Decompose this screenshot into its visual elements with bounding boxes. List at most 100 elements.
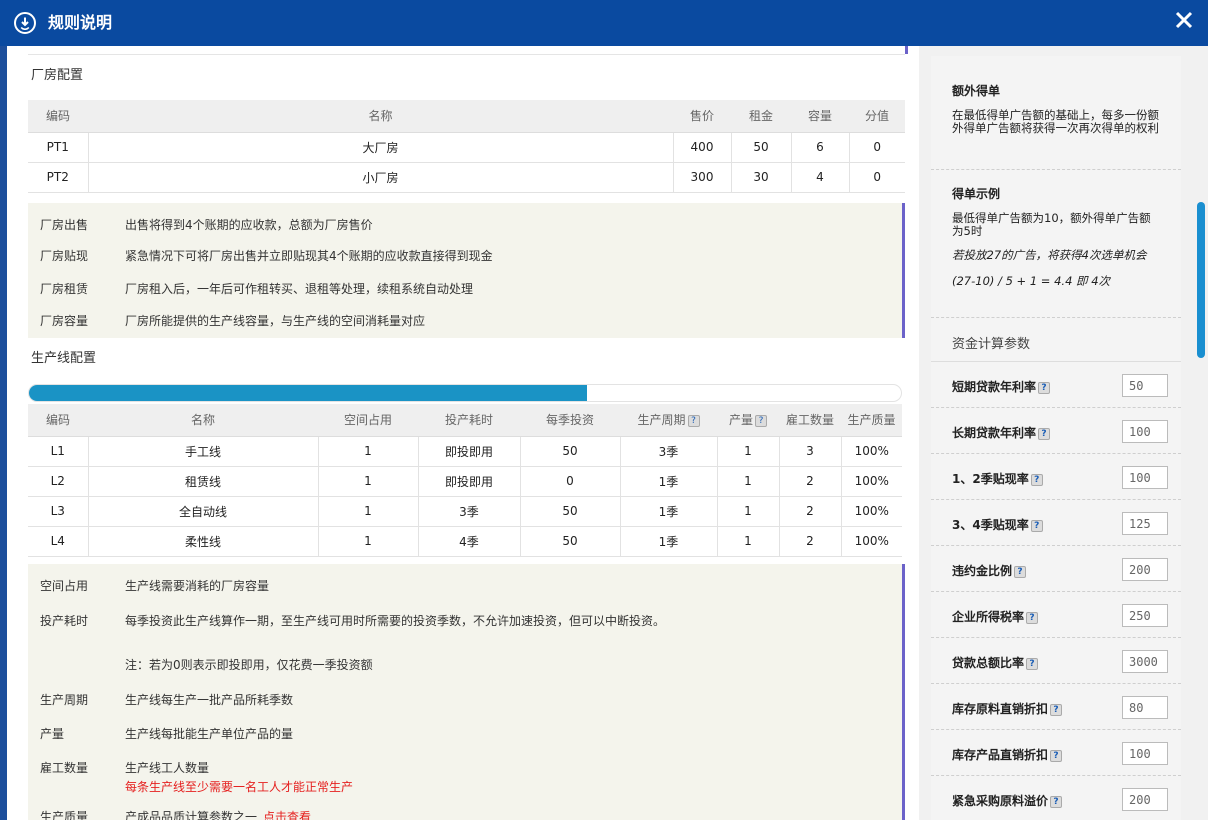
param-row: 企业所得税率?: [931, 592, 1181, 638]
note-key: 投产耗时: [40, 614, 89, 628]
note-key: 雇工数量: [40, 761, 89, 775]
quality-link[interactable]: 点击查看: [263, 810, 311, 820]
table-cell: 手工线: [87, 436, 318, 467]
help-icon[interactable]: ?: [1026, 657, 1039, 670]
column-header: 编码: [28, 404, 88, 437]
rules-content-panel[interactable]: 厂房配置 编码 名称 售价 租金 容量 分值 PT1 大厂房 400 50 6 0 PT2 小厂房 300 3…: [7, 46, 919, 820]
help-icon[interactable]: ?: [1014, 565, 1027, 578]
param-input[interactable]: [1122, 604, 1168, 627]
table-cell: 2: [778, 496, 841, 527]
table-cell: 即投即用: [417, 466, 520, 497]
param-label: 长期贷款年利率?: [952, 424, 1051, 441]
table-header: 编码 名称 空间占用 投产耗时 每季投资 生产周期? 产量? 雇工数量 生产质量: [28, 404, 902, 437]
accent-bar: [905, 46, 908, 54]
param-label: 贷款总额比率?: [952, 654, 1039, 671]
param-input[interactable]: [1122, 374, 1168, 397]
help-icon[interactable]: ?: [1030, 519, 1043, 532]
note-key: 生产周期: [40, 693, 89, 707]
note-value: 每季投资此生产线算作一期，至生产线可用时所需要的投资季数，不允许加速投资，但可以…: [125, 614, 666, 628]
table-cell: 100%: [840, 526, 902, 557]
column-header: 生产周期?: [620, 404, 717, 437]
table-cell: 30: [730, 162, 791, 193]
table-cell: 0: [848, 162, 905, 193]
table-row: L4 柔性线 1 4季 50 1季 1 2 100%: [28, 526, 902, 557]
table-cell: 3: [778, 436, 841, 467]
note-key: 厂房贴现: [40, 249, 89, 263]
help-icon[interactable]: ?: [1026, 611, 1039, 624]
column-header: 每季投资: [520, 404, 620, 437]
help-icon[interactable]: ?: [1038, 381, 1051, 394]
vertical-scrollbar[interactable]: [1197, 202, 1205, 358]
help-icon[interactable]: ?: [1050, 703, 1063, 716]
note-key: 厂房租赁: [40, 282, 89, 296]
column-label: 名称: [190, 413, 215, 428]
table-cell: 50: [519, 496, 620, 527]
table-cell: 柔性线: [87, 526, 318, 557]
table-cell: 6: [790, 132, 849, 163]
param-input[interactable]: [1122, 466, 1168, 489]
help-icon[interactable]: ?: [1030, 473, 1043, 486]
help-icon[interactable]: ?: [1050, 795, 1063, 808]
column-label: 生产质量: [847, 413, 896, 428]
line-notes: 空间占用 生产线需要消耗的厂房容量 投产耗时 每季投资此生产线算作一期，至生产线…: [28, 564, 905, 820]
param-input[interactable]: [1122, 420, 1168, 443]
settings-panel[interactable]: 额外得单 在最低得单广告额的基础上，每多一份额外得单广告额将获得一次再次得单的权…: [919, 46, 1208, 820]
table-cell: 租赁线: [87, 466, 318, 497]
column-header: 名称: [88, 100, 673, 133]
column-header: 租金: [731, 100, 791, 133]
column-label: 生产周期: [637, 413, 686, 428]
param-row: 紧急采购原料溢价?: [931, 776, 1181, 820]
factory-table: 编码 名称 售价 租金 容量 分值 PT1 大厂房 400 50 6 0 PT2 小厂房 300 30 4 0: [28, 100, 905, 193]
example-formula: (27-10) / 5 + 1 = 4.4 即 4次: [952, 274, 1111, 288]
table-cell: 1: [317, 436, 418, 467]
table-cell: 300: [672, 162, 731, 193]
param-input[interactable]: [1122, 742, 1168, 765]
table-cell: PT1: [28, 132, 88, 163]
table-row: PT1 大厂房 400 50 6 0: [28, 132, 905, 163]
column-header: 编码: [28, 100, 88, 133]
scrollbar-thumb[interactable]: [29, 385, 588, 401]
param-input[interactable]: [1122, 512, 1168, 535]
note-value: 产成品品质计算参数之一 点击查看: [125, 808, 311, 820]
note-value: 生产线工人数量: [125, 761, 210, 775]
param-input[interactable]: [1122, 558, 1168, 581]
note-value: 厂房所能提供的生产线容量，与生产线的空间消耗量对应: [125, 314, 426, 328]
factory-notes: 厂房出售 出售将得到4个账期的应收款，总额为厂房售价 厂房贴现 紧急情况下可将厂房出售…: [28, 203, 905, 338]
table-cell: 4季: [417, 526, 520, 557]
column-label: 空间占用: [343, 413, 392, 428]
table-cell: 100%: [840, 436, 902, 467]
param-row: 违约金比例?: [931, 546, 1181, 592]
param-row: 库存产品直销折扣?: [931, 730, 1181, 776]
column-header: 名称: [88, 404, 318, 437]
table-header: 编码 名称 售价 租金 容量 分值: [28, 100, 905, 133]
param-input[interactable]: [1122, 696, 1168, 719]
param-label: 短期贷款年利率?: [952, 378, 1051, 395]
param-input[interactable]: [1122, 788, 1168, 811]
table-cell: 小厂房: [87, 162, 673, 193]
param-input[interactable]: [1122, 650, 1168, 673]
horizontal-scrollbar[interactable]: [28, 384, 902, 402]
param-label: 库存产品直销折扣?: [952, 746, 1063, 763]
table-cell: 50: [730, 132, 791, 163]
help-icon[interactable]: ?: [687, 414, 700, 427]
fund-params-header: 资金计算参数: [931, 318, 1181, 362]
table-row: PT2 小厂房 300 30 4 0: [28, 162, 905, 193]
divider: [28, 54, 905, 55]
note-value: 生产线每生产一批产品所耗季数: [125, 693, 294, 707]
column-label: 每季投资: [545, 413, 594, 428]
table-cell: 2: [778, 466, 841, 497]
table-cell: 1: [317, 496, 418, 527]
table-cell: L3: [28, 496, 88, 527]
param-label-text: 库存产品直销折扣: [952, 748, 1049, 762]
help-icon[interactable]: ?: [755, 414, 767, 427]
param-label-text: 长期贷款年利率: [952, 426, 1037, 440]
param-row: 3、4季贴现率?: [931, 500, 1181, 546]
help-icon[interactable]: ?: [1050, 749, 1063, 762]
param-row: 贷款总额比率?: [931, 638, 1181, 684]
card-heading: 得单示例: [952, 187, 1001, 201]
help-icon[interactable]: ?: [1038, 427, 1051, 440]
close-icon[interactable]: [1170, 6, 1198, 34]
param-row: 1、2季贴现率?: [931, 454, 1181, 500]
table-cell: L1: [28, 436, 88, 467]
param-label-text: 3、4季贴现率: [952, 518, 1029, 532]
